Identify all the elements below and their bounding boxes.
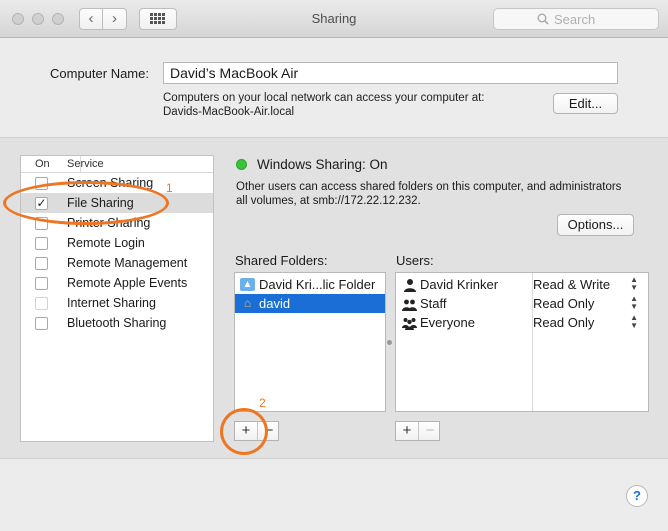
service-label: Bluetooth Sharing bbox=[67, 316, 167, 330]
sharing-description: Other users can access shared folders on… bbox=[236, 181, 656, 208]
shared-folders-label: Shared Folders: bbox=[235, 253, 328, 268]
computer-name-section bbox=[0, 39, 668, 137]
service-label: Internet Sharing bbox=[67, 296, 156, 310]
bottom-bar bbox=[0, 460, 668, 531]
service-label: Remote Login bbox=[67, 236, 145, 250]
service-row-internet-sharing[interactable]: Internet Sharing bbox=[21, 293, 213, 313]
network-info-text: Computers on your local network can acce… bbox=[163, 92, 485, 104]
service-row-remote-management[interactable]: Remote Management bbox=[21, 253, 213, 273]
updown-arrows-icon: ▲ ▼ bbox=[630, 275, 638, 292]
user-name: Staff bbox=[420, 296, 447, 311]
annotation-circle-file-sharing bbox=[3, 181, 169, 225]
network-hostname: Davids-MacBook-Air.local bbox=[163, 106, 295, 118]
computer-name-label: Computer Name: bbox=[50, 66, 149, 81]
public-folder-icon: ▲ bbox=[240, 278, 255, 291]
annotation-number: 1 bbox=[166, 181, 173, 195]
search-icon bbox=[537, 13, 549, 25]
updown-arrows-icon: ▲ ▼ bbox=[630, 294, 638, 311]
permission-select[interactable]: Read Only bbox=[533, 315, 594, 330]
permission-select[interactable]: Read Only bbox=[533, 296, 594, 311]
description-line: Other users can access shared folders on… bbox=[236, 181, 622, 193]
title-bar: ‹ › Sharing Search bbox=[0, 0, 668, 38]
network-address-info: Computers on your local network can acce… bbox=[163, 91, 485, 119]
service-row-bluetooth-sharing[interactable]: Bluetooth Sharing bbox=[21, 313, 213, 333]
service-list-header: On Service bbox=[21, 156, 213, 173]
user-row-staff[interactable]: Staff Read Only ▲ ▼ bbox=[396, 294, 648, 313]
remote-login-checkbox[interactable] bbox=[35, 237, 48, 250]
add-user-button[interactable]: + bbox=[396, 422, 418, 440]
permission-select[interactable]: Read & Write bbox=[533, 277, 610, 292]
header-service: Service bbox=[67, 158, 104, 170]
header-on: On bbox=[35, 158, 50, 170]
updown-arrows-icon: ▲ ▼ bbox=[630, 313, 638, 330]
sharing-status: Windows Sharing: On bbox=[257, 157, 388, 172]
user-row-everyone[interactable]: Everyone Read Only ▲ ▼ bbox=[396, 313, 648, 332]
group-icon bbox=[402, 297, 417, 311]
annotation-number: 2 bbox=[259, 396, 266, 410]
folder-row-public[interactable]: ▲ David Kri...lic Folder bbox=[235, 275, 385, 294]
status-indicator bbox=[236, 159, 247, 170]
edit-button[interactable]: Edit... bbox=[553, 93, 618, 114]
remote-apple-events-checkbox[interactable] bbox=[35, 277, 48, 290]
split-handle[interactable] bbox=[387, 340, 392, 345]
internet-sharing-checkbox[interactable] bbox=[35, 297, 48, 310]
user-add-remove-control: + − bbox=[395, 421, 440, 441]
user-row-david-krinker[interactable]: David Krinker Read & Write ▲ ▼ bbox=[396, 275, 648, 294]
service-label: Remote Apple Events bbox=[67, 276, 188, 290]
options-button[interactable]: Options... bbox=[557, 214, 634, 236]
everyone-icon bbox=[402, 316, 417, 330]
annotation-circle-add-button bbox=[220, 408, 268, 455]
service-row-remote-apple-events[interactable]: Remote Apple Events bbox=[21, 273, 213, 293]
remote-management-checkbox[interactable] bbox=[35, 257, 48, 270]
folder-name: David Kri...lic Folder bbox=[259, 277, 376, 292]
user-name: David Krinker bbox=[420, 277, 499, 292]
computer-name-field[interactable]: David’s MacBook Air bbox=[163, 62, 618, 84]
help-button[interactable]: ? bbox=[626, 485, 648, 507]
search-input[interactable]: Search bbox=[493, 8, 659, 30]
service-row-remote-login[interactable]: Remote Login bbox=[21, 233, 213, 253]
folder-row-david[interactable]: ⌂ david bbox=[235, 294, 385, 313]
users-list[interactable]: David Krinker Read & Write ▲ ▼ Staff Read… bbox=[395, 272, 649, 412]
home-folder-icon: ⌂ bbox=[243, 296, 252, 310]
users-label: Users: bbox=[396, 253, 434, 268]
remove-user-button[interactable]: − bbox=[419, 422, 441, 440]
shared-folders-list[interactable]: ▲ David Kri...lic Folder ⌂ david bbox=[234, 272, 386, 412]
service-label: Remote Management bbox=[67, 256, 188, 270]
user-name: Everyone bbox=[420, 315, 475, 330]
folder-name: david bbox=[259, 296, 291, 311]
bluetooth-sharing-checkbox[interactable] bbox=[35, 317, 48, 330]
description-line: all volumes, at smb://172.22.12.232. bbox=[236, 194, 421, 207]
user-icon bbox=[402, 278, 417, 292]
search-placeholder: Search bbox=[554, 12, 596, 27]
